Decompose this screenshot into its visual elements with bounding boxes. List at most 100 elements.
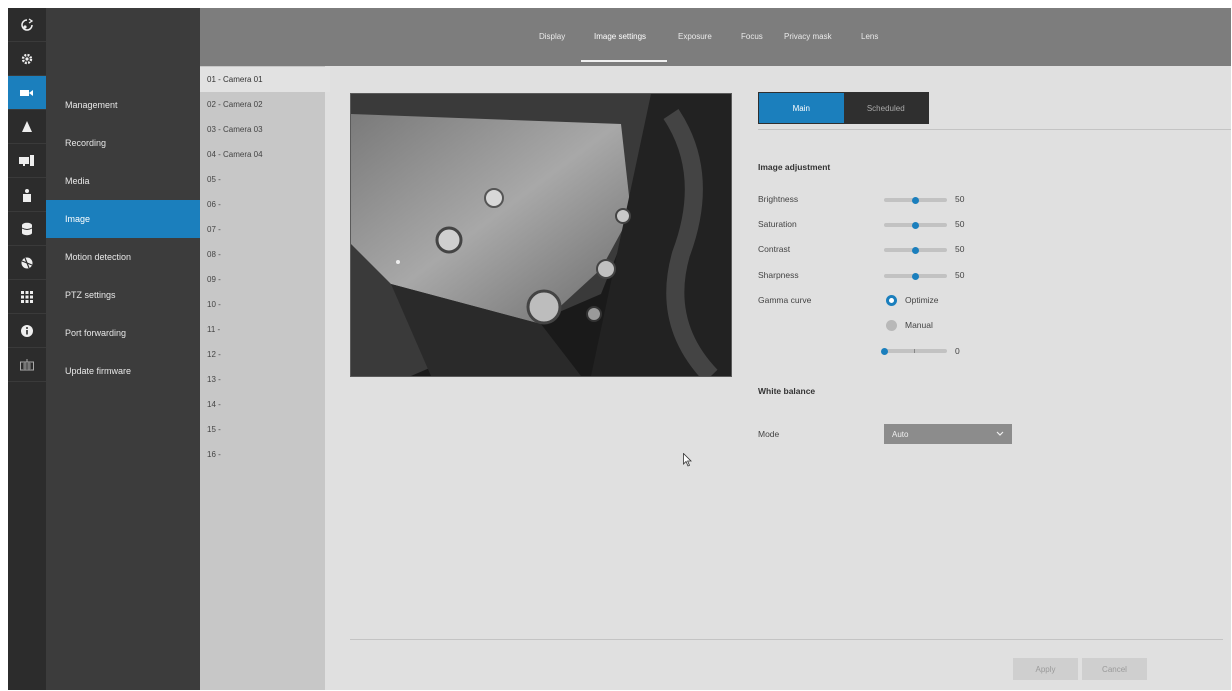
camera-item-label: 07 - bbox=[207, 225, 221, 234]
camera-item-label: 14 - bbox=[207, 400, 221, 409]
contrast-label: Contrast bbox=[758, 244, 791, 254]
logout-icon[interactable] bbox=[8, 8, 46, 42]
gear-icon[interactable] bbox=[8, 42, 46, 76]
camera-item-label: 04 - Camera 04 bbox=[207, 150, 263, 159]
contrast-slider-handle[interactable] bbox=[912, 246, 919, 254]
database-icon[interactable] bbox=[8, 212, 46, 246]
camera-item-label: 15 - bbox=[207, 425, 221, 434]
camera-item[interactable]: 07 - bbox=[200, 217, 325, 242]
brightness-label: Brightness bbox=[758, 194, 799, 204]
camera-item[interactable]: 14 - bbox=[200, 392, 325, 417]
brightness-slider-handle[interactable] bbox=[912, 196, 919, 204]
camera-item[interactable]: 05 - bbox=[200, 167, 325, 192]
menu-item-motion-detection[interactable]: Motion detection bbox=[46, 238, 200, 276]
tab-lens[interactable]: Lens bbox=[861, 32, 878, 41]
camera-item[interactable]: 15 - bbox=[200, 417, 325, 442]
menu-item-media[interactable]: Media bbox=[46, 162, 200, 200]
apply-button[interactable]: Apply bbox=[1013, 658, 1078, 680]
schedule-mode-toggle: Main Scheduled bbox=[758, 92, 929, 124]
brightness-value: 50 bbox=[955, 194, 965, 204]
menu-item-recording[interactable]: Recording bbox=[46, 124, 200, 162]
tab-display[interactable]: Display bbox=[539, 32, 565, 41]
menu-item-label: Management bbox=[65, 100, 118, 110]
menu-item-label: Update firmware bbox=[65, 366, 132, 376]
gamma-curve-label: Gamma curve bbox=[758, 295, 812, 305]
camera-item[interactable]: 06 - bbox=[200, 192, 325, 217]
camera-item[interactable]: 11 - bbox=[200, 317, 325, 342]
divider bbox=[758, 129, 1231, 130]
camera-item-label: 08 - bbox=[207, 250, 221, 259]
main-tab-button[interactable]: Main bbox=[759, 93, 844, 123]
gamma-optimize-label: Optimize bbox=[905, 295, 939, 305]
sharpness-slider[interactable] bbox=[884, 272, 947, 280]
camera-item[interactable]: 13 - bbox=[200, 367, 325, 392]
contrast-slider[interactable] bbox=[884, 246, 947, 254]
monitor-icon[interactable] bbox=[8, 144, 46, 178]
app-frame: Management Recording Media Image Motion … bbox=[8, 8, 1231, 690]
active-tab-indicator bbox=[581, 60, 667, 62]
menu-item-image[interactable]: Image bbox=[46, 200, 200, 238]
gamma-manual-slider-handle[interactable] bbox=[880, 347, 888, 355]
camera-item-label: 10 - bbox=[207, 300, 221, 309]
camera-item-label: 09 - bbox=[207, 275, 221, 284]
menu-item-label: Image bbox=[65, 214, 91, 224]
camera-item-label: 01 - Camera 01 bbox=[207, 75, 263, 84]
white-balance-heading: White balance bbox=[758, 386, 816, 396]
info-icon[interactable] bbox=[8, 314, 46, 348]
menu-item-update-firmware[interactable]: Update firmware bbox=[46, 352, 200, 390]
camera-item-label: 13 - bbox=[207, 375, 221, 384]
camera-item[interactable]: 16 - bbox=[200, 442, 325, 467]
tab-focus[interactable]: Focus bbox=[741, 32, 763, 41]
mouse-cursor-icon bbox=[683, 453, 692, 467]
camera-item-label: 06 - bbox=[207, 200, 221, 209]
icon-rail bbox=[8, 8, 47, 690]
settings-menu: Management Recording Media Image Motion … bbox=[46, 8, 200, 690]
menu-item-label: Motion detection bbox=[65, 252, 132, 262]
saturation-value: 50 bbox=[955, 219, 965, 229]
camera-preview-image bbox=[351, 94, 731, 376]
gamma-manual-slider[interactable] bbox=[880, 347, 947, 355]
saturation-slider[interactable] bbox=[884, 221, 947, 229]
chevron-down-icon bbox=[996, 431, 1004, 436]
menu-item-label: Recording bbox=[65, 138, 107, 148]
camera-item-label: 02 - Camera 02 bbox=[207, 100, 263, 109]
camera-item[interactable]: 03 - Camera 03 bbox=[200, 117, 325, 142]
grid-icon[interactable] bbox=[8, 280, 46, 314]
menu-item-management[interactable]: Management bbox=[46, 86, 200, 124]
white-balance-mode-label: Mode bbox=[758, 429, 780, 439]
camera-icon[interactable] bbox=[8, 76, 46, 110]
camera-item[interactable]: 04 - Camera 04 bbox=[200, 142, 325, 167]
user-icon[interactable] bbox=[8, 178, 46, 212]
camera-item-label: 12 - bbox=[207, 350, 221, 359]
image-settings-panel: Main Scheduled Image adjustment Brightne… bbox=[325, 66, 1231, 690]
saturation-label: Saturation bbox=[758, 219, 797, 229]
white-balance-mode-select[interactable]: Auto bbox=[884, 424, 1012, 444]
scheduled-tab-button[interactable]: Scheduled bbox=[844, 93, 929, 123]
camera-item[interactable]: 01 - Camera 01 bbox=[200, 67, 330, 92]
alarm-icon[interactable] bbox=[8, 110, 46, 144]
keyboard-icon[interactable] bbox=[8, 348, 46, 382]
cancel-button[interactable]: Cancel bbox=[1082, 658, 1147, 680]
white-balance-mode-value: Auto bbox=[892, 429, 909, 439]
gamma-manual-radio[interactable] bbox=[886, 320, 897, 331]
camera-item[interactable]: 08 - bbox=[200, 242, 325, 267]
image-adjustment-heading: Image adjustment bbox=[758, 162, 831, 172]
camera-item[interactable]: 09 - bbox=[200, 267, 325, 292]
gamma-optimize-radio[interactable] bbox=[886, 295, 897, 306]
brightness-slider[interactable] bbox=[884, 196, 947, 204]
contrast-value: 50 bbox=[955, 244, 965, 254]
tab-exposure[interactable]: Exposure bbox=[678, 32, 712, 41]
camera-item[interactable]: 10 - bbox=[200, 292, 325, 317]
sharpness-slider-handle[interactable] bbox=[912, 272, 919, 280]
tab-privacy-mask[interactable]: Privacy mask bbox=[784, 32, 832, 41]
menu-item-ptz-settings[interactable]: PTZ settings bbox=[46, 276, 200, 314]
camera-list: 01 - Camera 01 02 - Camera 02 03 - Camer… bbox=[200, 66, 330, 690]
network-icon[interactable] bbox=[8, 246, 46, 280]
menu-item-port-forwarding[interactable]: Port forwarding bbox=[46, 314, 200, 352]
saturation-slider-handle[interactable] bbox=[912, 221, 919, 229]
tab-image-settings[interactable]: Image settings bbox=[594, 32, 646, 41]
gamma-manual-value: 0 bbox=[955, 346, 960, 356]
camera-item[interactable]: 02 - Camera 02 bbox=[200, 92, 325, 117]
camera-item-label: 05 - bbox=[207, 175, 221, 184]
camera-item[interactable]: 12 - bbox=[200, 342, 325, 367]
